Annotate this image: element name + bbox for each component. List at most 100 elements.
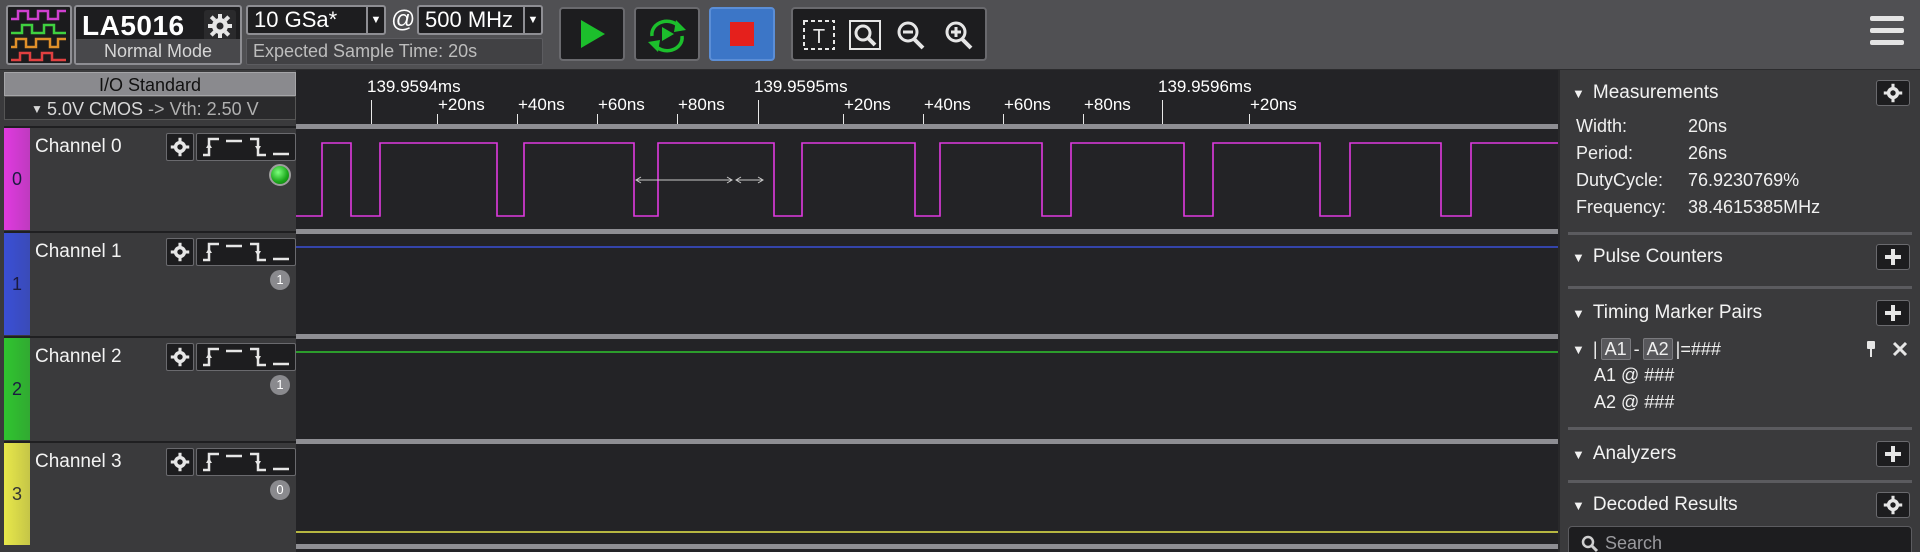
marker-a1-line: A1 @ ### (1594, 365, 1675, 385)
channel-row[interactable]: 3 Channel 3 0 (4, 441, 296, 545)
marker-a2-line: A2 @ ### (1594, 392, 1675, 412)
add-pulse-counter-button[interactable] (1876, 244, 1910, 270)
divider (1568, 286, 1912, 289)
low-level-icon[interactable] (272, 137, 290, 157)
stop-button[interactable] (709, 7, 775, 61)
decoded-search-input[interactable] (1605, 531, 1895, 552)
decoded-search-box[interactable] (1568, 526, 1912, 552)
channel-settings-gear-icon[interactable] (166, 343, 194, 371)
decoded-results-header[interactable]: ▼ Decoded Results (1572, 494, 1738, 516)
repeat-run-button[interactable] (634, 7, 700, 61)
channel-settings-gear-icon[interactable] (166, 448, 194, 476)
zoom-out-icon[interactable] (893, 18, 929, 52)
text-tool-icon[interactable]: T (801, 18, 837, 52)
low-level-icon[interactable] (272, 242, 290, 262)
measurement-value: 76.9230769% (1688, 170, 1800, 190)
toolbar: LA5016 Normal Mode 10 GSa* ▼ @ 500 MHz ▼… (0, 0, 1920, 70)
channel-controls (166, 133, 296, 161)
timing-markers-title: Timing Marker Pairs (1592, 302, 1763, 323)
channel-color-swatch: 2 (4, 338, 30, 440)
pulse-counters-header[interactable]: ▼ Pulse Counters (1572, 246, 1723, 268)
add-timing-marker-button[interactable] (1876, 300, 1910, 326)
gear-icon (1883, 495, 1903, 515)
io-arrow: -> (148, 99, 165, 119)
side-panel: ▼ Measurements Width: 20ns Period: 26ns DutyC… (1558, 70, 1920, 552)
device-settings-gear-icon[interactable] (204, 10, 236, 42)
high-level-icon[interactable] (225, 452, 243, 472)
channel-index: 0 (11, 168, 22, 189)
hamburger-menu-icon[interactable] (1870, 16, 1904, 52)
falling-edge-icon[interactable] (249, 452, 267, 472)
high-level-icon[interactable] (225, 347, 243, 367)
falling-edge-icon[interactable] (249, 137, 267, 157)
measurements-title: Measurements (1592, 82, 1719, 103)
zoom-fit-icon[interactable] (847, 18, 883, 52)
measurement-value: 26ns (1688, 143, 1728, 163)
low-level-icon[interactable] (272, 347, 290, 367)
channel-name[interactable]: Channel 1 (35, 241, 122, 263)
channel-settings-gear-icon[interactable] (166, 238, 194, 266)
pulse-counters-title: Pulse Counters (1592, 246, 1723, 267)
falling-edge-icon[interactable] (249, 347, 267, 367)
io-standard-value: 5.0V CMOS (47, 99, 144, 119)
channel-index: 3 (11, 483, 22, 504)
bandwidth-select[interactable]: 500 MHz ▼ (417, 5, 543, 35)
channel-settings-gear-icon[interactable] (166, 133, 194, 161)
rising-edge-icon[interactable] (202, 137, 220, 157)
io-standard-header: I/O Standard (4, 72, 296, 96)
analyzers-header[interactable]: ▼ Analyzers (1572, 443, 1676, 465)
io-standard-select[interactable]: ▼ 5.0V CMOS -> Vth: 2.50 V (4, 96, 296, 120)
measurement-row: DutyCycle: 76.9230769% (1576, 170, 1799, 191)
chevron-down-icon: ▼ (523, 7, 541, 33)
measurement-value: 20ns (1688, 116, 1728, 136)
trigger-selector (196, 238, 296, 266)
trigger-selector (196, 343, 296, 371)
channel-row[interactable]: 2 Channel 2 1 (4, 336, 296, 440)
sample-rate-value: 10 GSa* (254, 7, 338, 32)
at-symbol: @ (391, 6, 416, 33)
measurement-key: DutyCycle: (1576, 170, 1664, 190)
device-mode[interactable]: Normal Mode (76, 39, 240, 63)
low-level-icon[interactable] (272, 452, 290, 472)
high-level-icon[interactable] (225, 242, 243, 262)
add-analyzer-button[interactable] (1876, 441, 1910, 467)
decoded-settings-button[interactable] (1876, 492, 1910, 518)
channel-row[interactable]: 1 Channel 1 1 (4, 231, 296, 335)
channel-name[interactable]: Channel 2 (35, 346, 122, 368)
waveform-area[interactable]: 139.9594ms +20ns +40ns +60ns +80ns 139.9595ms… (296, 70, 1558, 552)
channel-0-waveform[interactable] (296, 142, 1558, 217)
channel-panel: I/O Standard ▼ 5.0V CMOS -> Vth: 2.50 V … (0, 70, 296, 552)
rising-edge-icon[interactable] (202, 242, 220, 262)
rising-edge-icon[interactable] (202, 452, 220, 472)
start-button[interactable] (559, 7, 625, 61)
zoom-in-icon[interactable] (941, 18, 977, 52)
falling-edge-icon[interactable] (249, 242, 267, 262)
gear-icon (1883, 83, 1903, 103)
measurement-value: 38.4615385MHz (1688, 197, 1821, 217)
timing-marker-pair[interactable]: ▼ | A1 - A2 | =### (1572, 338, 1721, 360)
measurement-row: Frequency: 38.4615385MHz (1576, 197, 1820, 218)
measurements-header[interactable]: ▼ Measurements (1572, 82, 1719, 104)
bar-left: | (1592, 338, 1598, 359)
channel-color-swatch: 0 (4, 128, 30, 230)
channel-controls (166, 238, 296, 266)
measurements-settings-button[interactable] (1876, 80, 1910, 106)
close-icon[interactable] (1892, 341, 1908, 357)
lane-separator (296, 229, 1558, 234)
marker-a1-tag[interactable]: A1 (1600, 338, 1631, 360)
channel-name[interactable]: Channel 3 (35, 451, 122, 473)
timing-markers-header[interactable]: ▼ Timing Marker Pairs (1572, 302, 1762, 324)
triangle-down-icon: ▼ (1572, 447, 1585, 462)
measurement-key: Frequency: (1576, 197, 1667, 217)
divider (1568, 427, 1912, 430)
rising-edge-icon[interactable] (202, 347, 220, 367)
waveform-canvas[interactable] (296, 70, 1558, 552)
channel-row[interactable]: 0 Channel 0 (4, 126, 296, 230)
channel-name[interactable]: Channel 0 (35, 136, 122, 158)
marker-a2-tag[interactable]: A2 (1642, 338, 1673, 360)
high-level-icon[interactable] (225, 137, 243, 157)
search-icon (1581, 535, 1599, 552)
bandwidth-value: 500 MHz (425, 7, 514, 32)
pin-icon[interactable] (1864, 340, 1878, 358)
sample-rate-select[interactable]: 10 GSa* ▼ (246, 5, 386, 35)
